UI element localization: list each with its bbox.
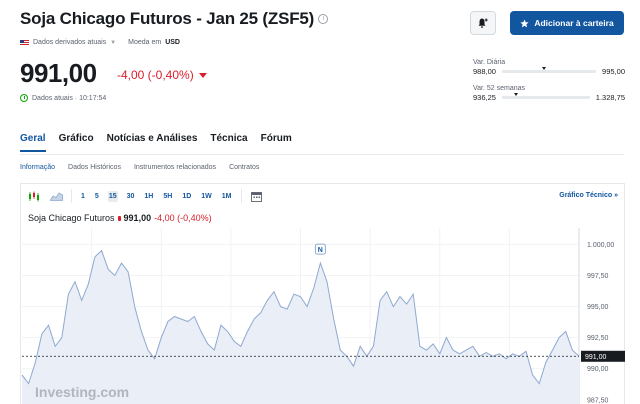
daily-range-bar bbox=[501, 67, 597, 73]
add-to-portfolio-button[interactable]: Adicionar à carteira bbox=[510, 11, 624, 35]
y-tick-label: 990,00 bbox=[587, 366, 609, 373]
timeframe-1m[interactable]: 1M bbox=[221, 191, 233, 202]
daily-range-label: Var. Diária bbox=[473, 59, 506, 66]
chart-toolbar: 1 5 15 30 1H 5H 1D 1W 1M bbox=[21, 184, 624, 208]
chart-panel: 1.000,00 997,50 995,00 992,50 990,00 987,50 99… bbox=[20, 183, 625, 404]
page-title: Soja Chicago Futuros - Jan 25 (ZSF5) i bbox=[20, 9, 329, 29]
week52-high: 1.328,75 bbox=[595, 93, 625, 102]
calendar-icon[interactable] bbox=[250, 190, 264, 202]
daily-low: 988,00 bbox=[473, 67, 496, 76]
last-price: 991,00 bbox=[20, 58, 97, 88]
daily-range: Var. Diária 988,00 995,00 bbox=[473, 59, 625, 76]
daily-range-marker bbox=[542, 67, 547, 70]
down-arrow-icon bbox=[198, 72, 207, 78]
tab-overview[interactable]: Geral bbox=[20, 133, 46, 152]
legend-name: Soja Chicago Futuros bbox=[28, 213, 115, 223]
y-tick-label: 992,50 bbox=[587, 335, 609, 342]
legend-change: -4,00 (-0,40%) bbox=[154, 213, 212, 223]
timeframe-30[interactable]: 30 bbox=[126, 191, 136, 202]
clock-icon bbox=[20, 94, 28, 102]
area-chart-icon[interactable] bbox=[49, 190, 63, 202]
timeframe-1d[interactable]: 1D bbox=[181, 191, 192, 202]
bell-plus-icon bbox=[478, 18, 488, 28]
daily-high: 995,00 bbox=[602, 67, 625, 76]
subtab-historical-data[interactable]: Dados Históricos bbox=[68, 164, 121, 171]
timeframe-1[interactable]: 1 bbox=[80, 191, 86, 202]
week52-low: 936,25 bbox=[473, 93, 496, 102]
week52-range-marker bbox=[514, 93, 519, 96]
timeframe-5h[interactable]: 5H bbox=[162, 191, 173, 202]
technical-chart-link[interactable]: Gráfico Técnico » bbox=[559, 192, 618, 199]
subtab-contracts[interactable]: Contratos bbox=[229, 164, 259, 171]
tab-technical[interactable]: Técnica bbox=[210, 133, 247, 152]
last-price-label: 991,00 bbox=[585, 354, 607, 361]
price-change: -4,00 (-0,40%) bbox=[117, 68, 207, 82]
tabs-divider bbox=[20, 154, 624, 155]
week52-range-bar bbox=[501, 93, 590, 99]
chart-area: 1.000,00 997,50 995,00 992,50 990,00 987,50 99… bbox=[21, 228, 625, 404]
meta-row: Dados derivados atuais ▼ Moeda em USD bbox=[20, 39, 180, 46]
news-marker-label: N bbox=[318, 247, 323, 254]
timeframe-1w[interactable]: 1W bbox=[200, 191, 213, 202]
data-time-label: Dados atuais · 10:17:54 bbox=[32, 94, 107, 102]
timeframe-5[interactable]: 5 bbox=[94, 191, 100, 202]
week52-range: Var. 52 semanas 936,25 1.328,75 bbox=[473, 85, 625, 102]
tab-forum[interactable]: Fórum bbox=[261, 133, 292, 152]
watermark-logo: Investing.com bbox=[35, 384, 129, 400]
tab-chart[interactable]: Gráfico bbox=[59, 133, 94, 152]
tab-news-analysis[interactable]: Notícias e Análises bbox=[107, 133, 198, 152]
info-icon[interactable]: i bbox=[318, 14, 329, 24]
price-change-value: -4,00 (-0,40%) bbox=[117, 68, 194, 82]
y-tick-label: 987,50 bbox=[587, 397, 609, 404]
sub-tabs: Informação Dados Históricos Instrumentos… bbox=[20, 164, 259, 171]
star-icon bbox=[520, 18, 529, 27]
alert-bell-button[interactable] bbox=[470, 11, 496, 35]
chevron-down-icon[interactable]: ▼ bbox=[110, 40, 116, 46]
toolbar-separator bbox=[71, 189, 72, 203]
data-time: Dados atuais · 10:17:54 bbox=[20, 94, 106, 102]
data-source-label[interactable]: Dados derivados atuais bbox=[33, 39, 106, 46]
currency-value: USD bbox=[165, 39, 180, 46]
legend-marker-icon bbox=[117, 215, 121, 221]
y-tick-label: 1.000,00 bbox=[587, 242, 614, 249]
legend-price: 991,00 bbox=[123, 213, 152, 223]
us-flag-icon bbox=[20, 39, 29, 46]
candlestick-icon[interactable] bbox=[27, 190, 41, 202]
y-tick-label: 997,50 bbox=[587, 273, 609, 280]
timeframe-15[interactable]: 15 bbox=[107, 190, 118, 202]
week52-range-label: Var. 52 semanas bbox=[473, 85, 526, 92]
chart-legend: Soja Chicago Futuros 991,00 -4,00 (-0,40… bbox=[28, 213, 212, 223]
subtab-information[interactable]: Informação bbox=[20, 164, 55, 171]
toolbar-separator bbox=[240, 189, 242, 203]
subtab-related-instruments[interactable]: Instrumentos relacionados bbox=[134, 164, 216, 171]
main-tabs: Geral Gráfico Notícias e Análises Técnic… bbox=[20, 133, 292, 152]
currency-label: Moeda em bbox=[128, 39, 162, 46]
add-to-portfolio-label: Adicionar à carteira bbox=[534, 18, 614, 28]
y-tick-label: 995,00 bbox=[587, 304, 609, 311]
timeframe-1h[interactable]: 1H bbox=[143, 191, 154, 202]
